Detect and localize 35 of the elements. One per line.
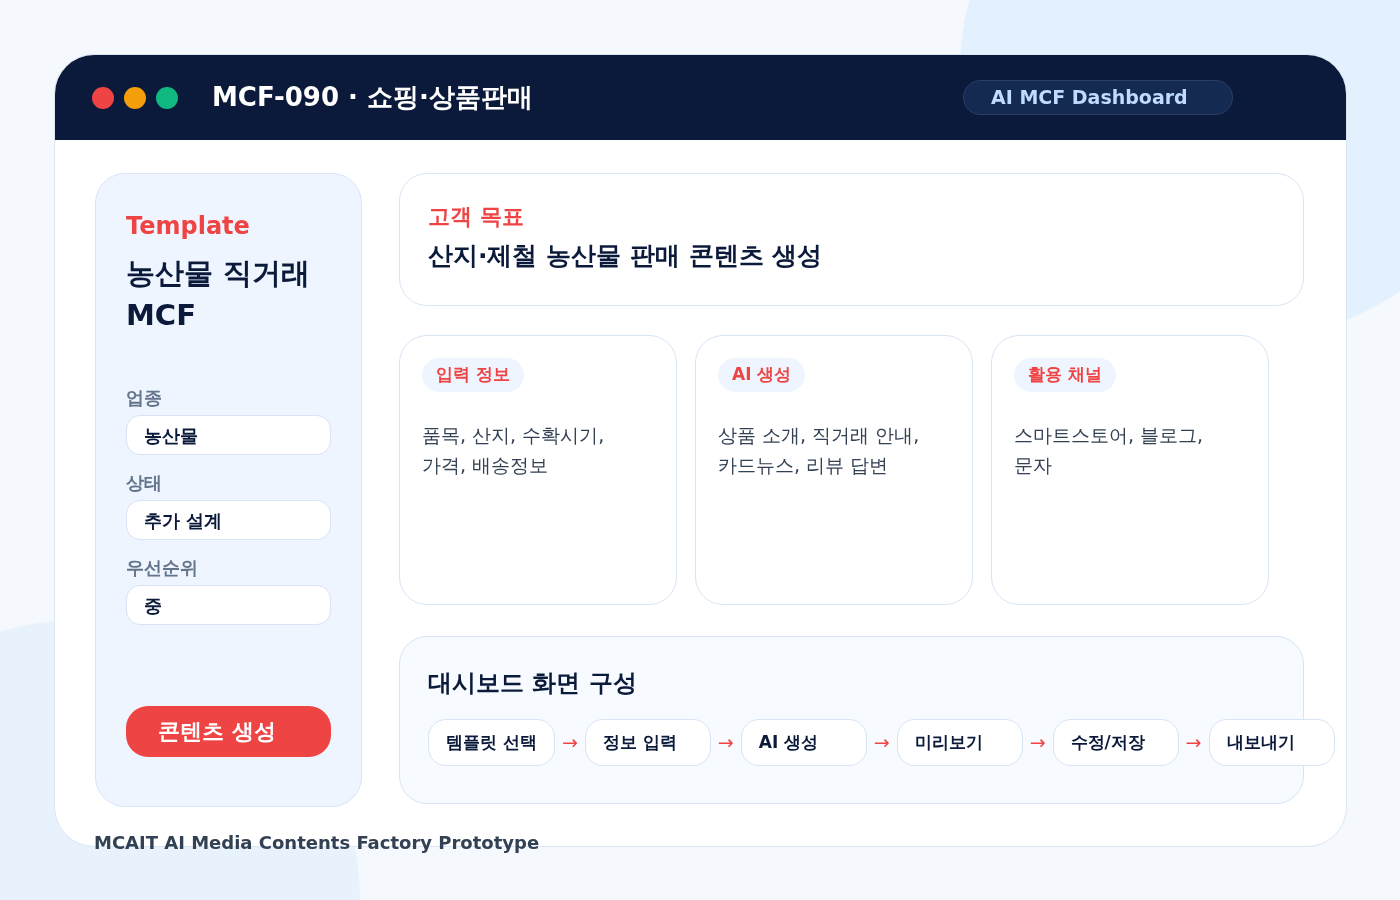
field-label: 우선순위: [126, 556, 199, 580]
template-title: 농산물 직거래 MCF: [126, 255, 312, 334]
tag-label: 입력 정보: [422, 358, 524, 392]
goal-text: 산지·제철 농산물 판매 콘텐츠 생성: [428, 240, 824, 272]
tag-label: 활용 채널: [1014, 358, 1116, 392]
card-text: 스마트스토어, 블로그, 문자: [1014, 423, 1205, 478]
close-icon[interactable]: [92, 86, 114, 109]
input-field[interactable]: 중: [126, 585, 331, 625]
field-label: 업종: [126, 386, 163, 410]
tag-label: AI 생성: [718, 358, 806, 392]
window-title: MCF-090 · 쇼핑·상품판매: [212, 81, 533, 114]
minimize-icon[interactable]: [124, 86, 146, 109]
input-field[interactable]: 추가 설계: [126, 500, 331, 540]
arrow-connector: →: [717, 730, 734, 756]
section-title: 대시보드 화면 구성: [428, 668, 638, 699]
field-label: 상태: [126, 471, 163, 495]
input-field[interactable]: 농산물: [126, 415, 331, 455]
arrow-connector: →: [1185, 730, 1202, 756]
goal-label: 고객 목표: [428, 203, 525, 231]
step-chip[interactable]: 정보 입력: [584, 719, 711, 766]
eyebrow-label: Template: [126, 211, 251, 242]
step-chip[interactable]: 내보내기: [1208, 719, 1335, 766]
arrow-connector: →: [561, 730, 578, 756]
step-chip[interactable]: 수정/저장: [1052, 719, 1179, 766]
step-chip[interactable]: 미리보기: [896, 719, 1023, 766]
footer-text: MCAIT AI Media Contents Factory Prototype: [94, 831, 540, 855]
arrow-connector: →: [1029, 730, 1046, 756]
generate-button[interactable]: 콘텐츠 생성: [126, 706, 331, 757]
card-text: 품목, 산지, 수확시기, 가격, 배송정보: [422, 423, 606, 478]
step-chip[interactable]: 템플릿 선택: [428, 719, 555, 766]
arrow-connector: →: [873, 730, 890, 756]
dashboard-badge: AI MCF Dashboard: [963, 80, 1233, 115]
maximize-icon[interactable]: [156, 86, 178, 109]
card-text: 상품 소개, 직거래 안내, 카드뉴스, 리뷰 답변: [718, 423, 921, 478]
step-chip[interactable]: AI 생성: [740, 719, 867, 766]
